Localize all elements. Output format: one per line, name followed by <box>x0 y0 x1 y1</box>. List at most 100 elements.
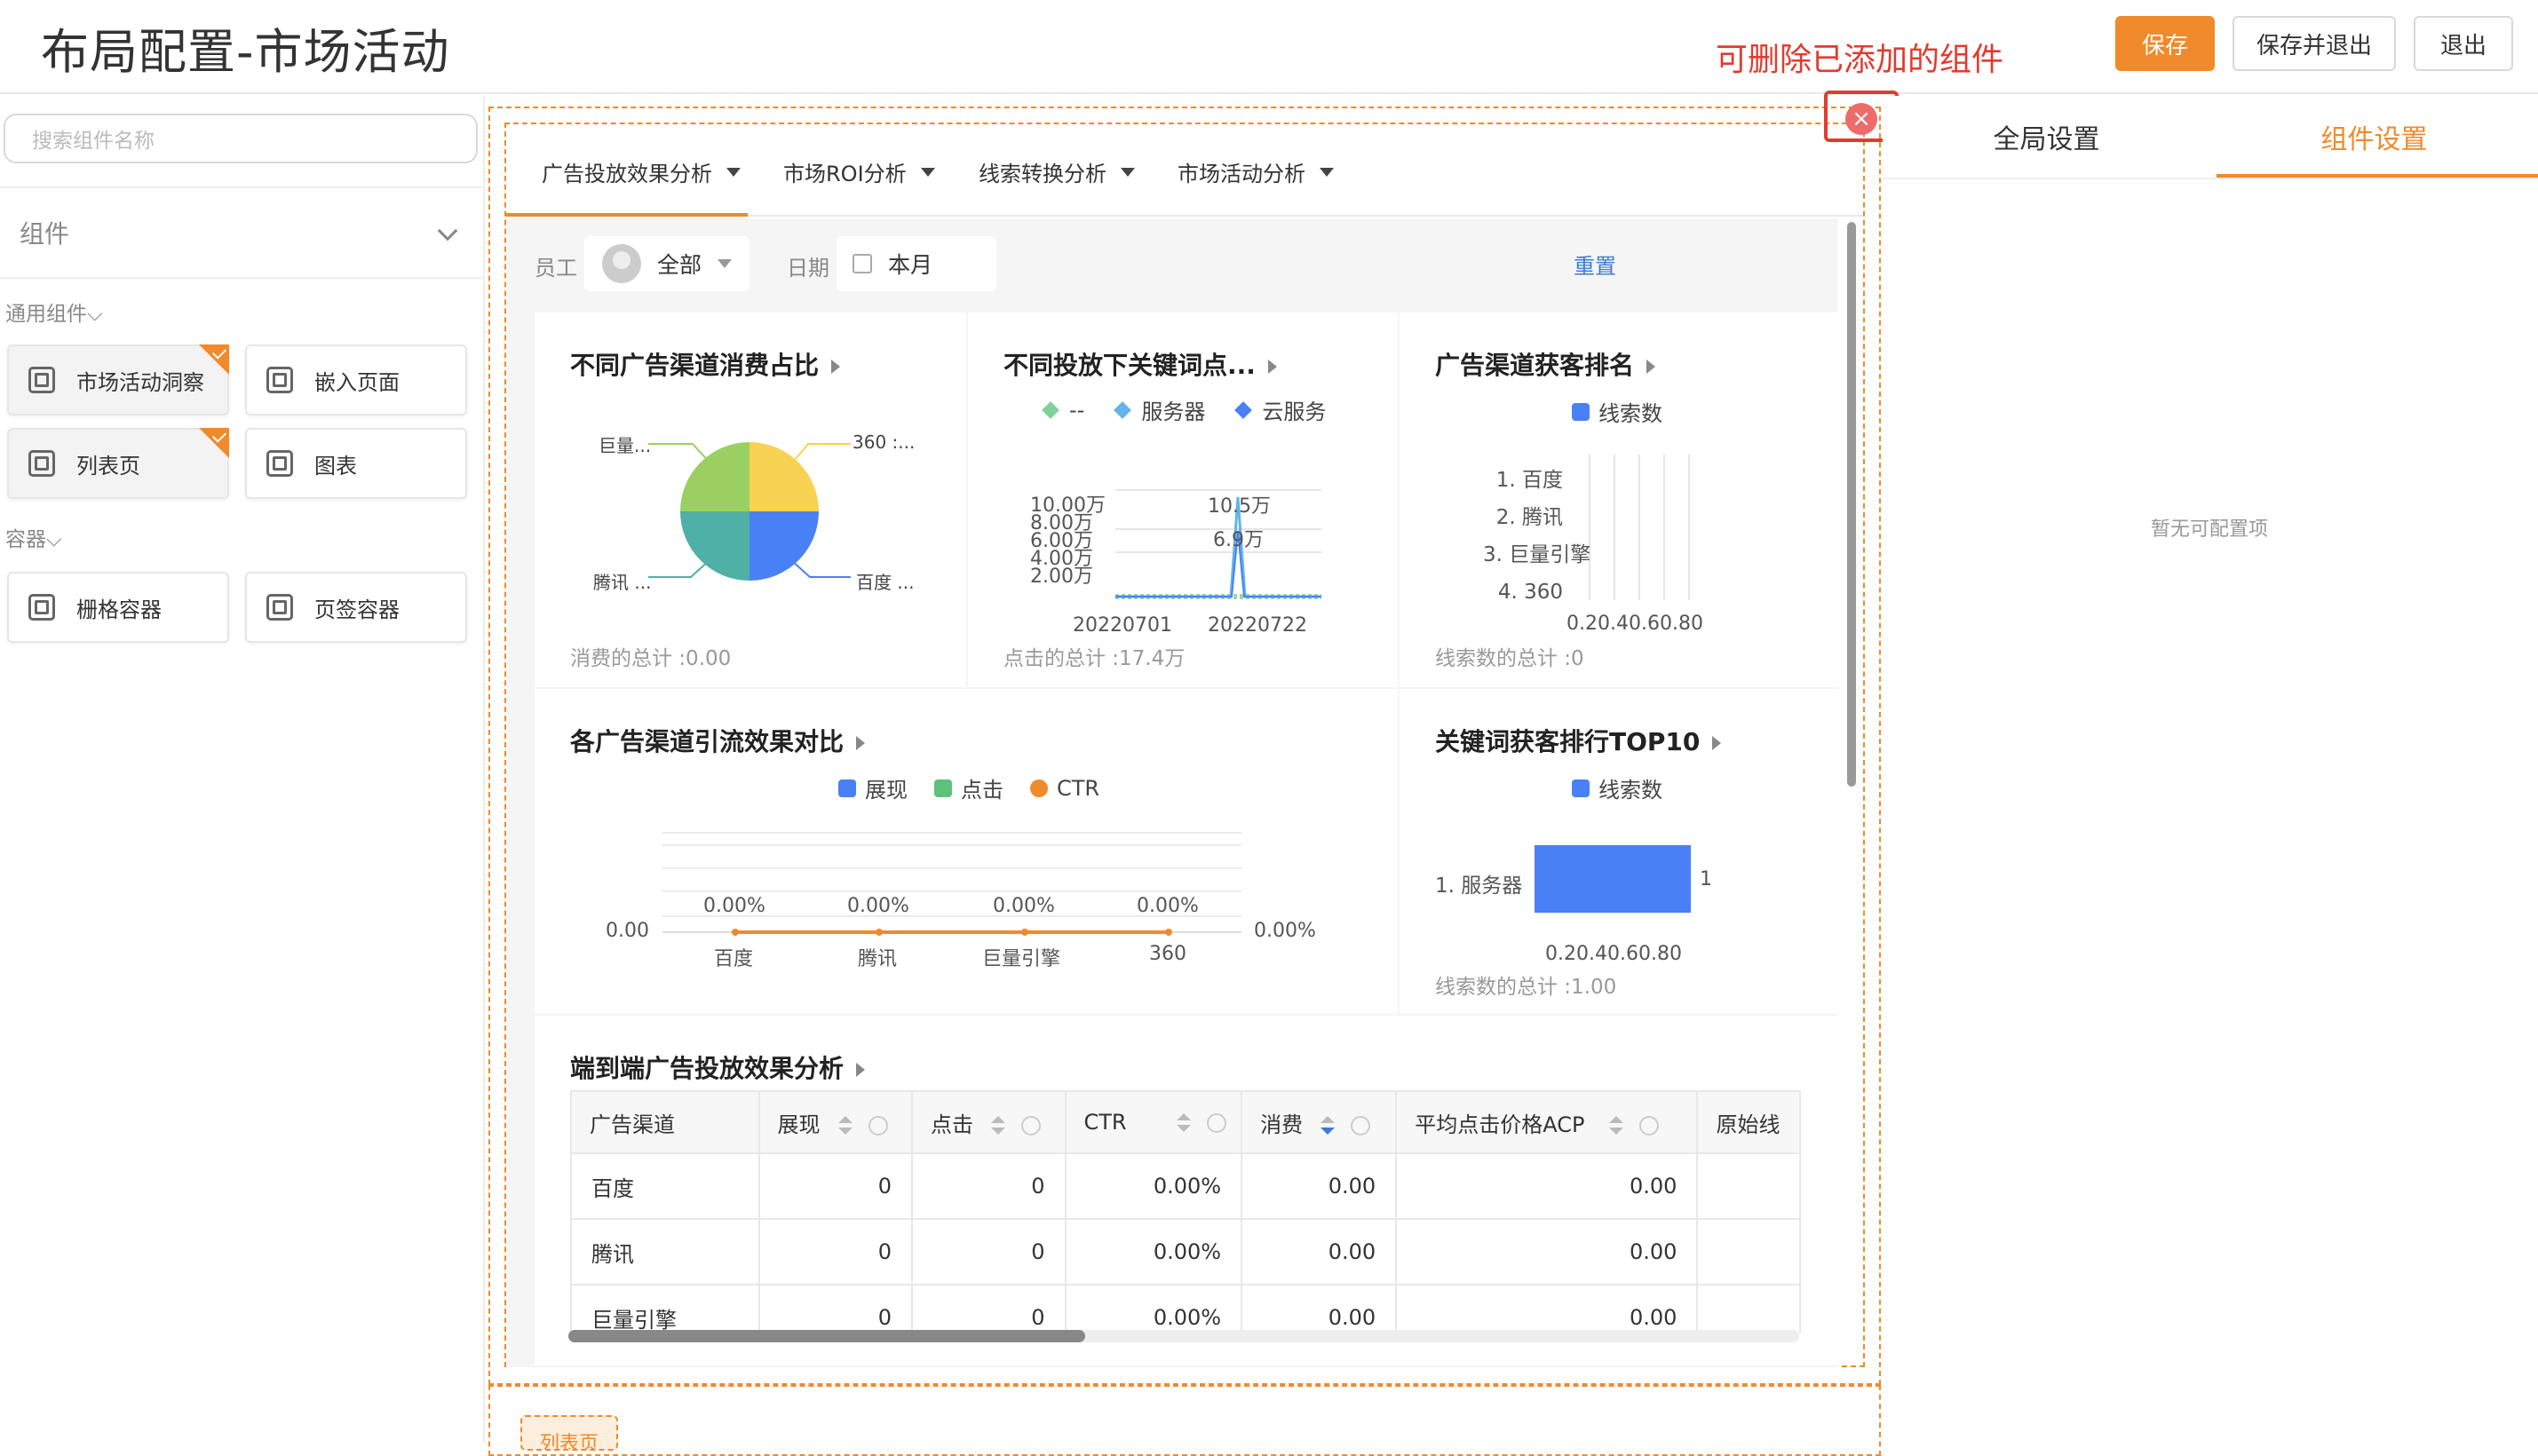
sort-icon[interactable] <box>837 1115 853 1136</box>
search-input[interactable]: 搜索组件名称 <box>4 114 478 163</box>
employee-select[interactable]: 全部 <box>584 236 750 291</box>
employee-label: 员工 <box>535 256 577 281</box>
component-chart[interactable]: 图表 <box>245 428 467 499</box>
pie-slice-juliang[interactable] <box>680 442 750 511</box>
sort-icon[interactable] <box>991 1115 1006 1136</box>
ctr-point[interactable] <box>1165 929 1172 936</box>
filter-icon[interactable] <box>1351 1115 1371 1136</box>
components-section-header[interactable]: 组件 <box>0 186 485 279</box>
group-common-label[interactable]: 通用组件⌵ <box>5 297 102 327</box>
pie-chart <box>648 442 851 581</box>
column-header[interactable]: 点击 <box>911 1090 1067 1154</box>
table-horizontal-scrollbar[interactable] <box>568 1330 1799 1342</box>
peak-label: 10.5万 <box>1208 495 1271 518</box>
y-axis-ticks: 10.00万 8.00万 6.00万 4.00万 2.00万 <box>1030 495 1106 588</box>
pie-label-baidu: 百度 ... <box>856 572 915 593</box>
scrollbar-thumb[interactable] <box>568 1330 1085 1342</box>
table-viewport[interactable]: 广告渠道 展现 点击 CTR 消费 平均点击价格ACP 原始线 百度 0 0 0… <box>570 1090 1801 1333</box>
save-exit-button[interactable]: 保存并退出 <box>2233 16 2396 71</box>
caret-down-icon <box>718 259 733 268</box>
list-page-component-frame[interactable] <box>488 1385 1881 1456</box>
settings-panel: 全局设置 组件设置 <box>1883 96 2538 1444</box>
filter-icon[interactable] <box>1639 1115 1660 1136</box>
checkmark-icon <box>199 428 229 458</box>
tab-component-settings[interactable]: 组件设置 <box>2210 117 2538 156</box>
x-ticks: 0.20.40.60.80 <box>1566 613 1703 635</box>
cell: 0 <box>757 1284 914 1333</box>
table-row[interactable]: 腾讯 0 0 0.00% 0.00 0.00 <box>570 1218 1801 1286</box>
column-header[interactable]: 原始线 <box>1696 1090 1801 1154</box>
calendar-icon <box>853 254 872 273</box>
column-header[interactable]: 展现 <box>757 1090 914 1154</box>
cell: 0.00 <box>1395 1284 1699 1333</box>
table-row[interactable]: 百度 0 0 0.00% 0.00 0.00 <box>570 1152 1801 1220</box>
page-title: 布局配置-市场活动 <box>41 24 450 80</box>
card-channel-spend-share: 不同广告渠道消费占比 巨量... 360 :... 腾讯 ... 百度 ... … <box>535 313 966 687</box>
column-header[interactable]: 广告渠道 <box>570 1090 760 1154</box>
top-bar: 布局配置-市场活动 可删除已添加的组件 保存 保存并退出 退出 <box>0 0 2538 94</box>
column-header[interactable]: 平均点击价格ACP <box>1395 1090 1699 1154</box>
clicks-total: 点击的总计 :17.4万 <box>1003 647 1186 670</box>
close-icon[interactable]: × <box>1845 103 1877 135</box>
cell: 0.00% <box>1064 1218 1243 1286</box>
tab-global-settings[interactable]: 全局设置 <box>1883 117 2210 156</box>
card-e2e-table: 端到端广告投放效果分析 广告渠道 展现 点击 CTR 消费 平均点击价格ACP … <box>535 1016 1838 1365</box>
column-header[interactable]: 消费 <box>1241 1090 1398 1154</box>
list-page-tag[interactable]: 列表页 <box>520 1415 618 1451</box>
component-label: 列表页 <box>76 453 140 479</box>
card-title[interactable]: 端到端广告投放效果分析 <box>570 1049 866 1085</box>
pie-slice-360[interactable] <box>750 442 819 511</box>
cell: 0.00 <box>1241 1152 1398 1220</box>
ctr-point[interactable] <box>732 929 739 936</box>
report-tabs: 广告投放效果分析 市场ROI分析 线索转换分析 市场活动分析 <box>506 124 1863 217</box>
cell: 0 <box>911 1152 1067 1220</box>
column-header[interactable]: CTR <box>1064 1090 1243 1154</box>
traffic-combo-chart <box>662 832 1241 936</box>
group-container-label[interactable]: 容器⌵ <box>5 522 61 552</box>
component-label: 页签容器 <box>314 597 400 622</box>
bar-server[interactable] <box>1535 845 1691 913</box>
x-tick: 20220701 <box>1073 614 1172 637</box>
exit-button[interactable]: 退出 <box>2414 16 2513 71</box>
cell: 0.00% <box>1064 1284 1243 1333</box>
date-select[interactable]: 本月 <box>837 236 996 291</box>
pie-slice-baidu[interactable] <box>750 511 819 581</box>
filter-icon[interactable] <box>868 1115 888 1136</box>
component-label: 栅格容器 <box>76 597 162 622</box>
caret-down-icon <box>726 167 741 177</box>
sort-icon[interactable] <box>1321 1115 1336 1136</box>
card-channel-traffic: 各广告渠道引流效果对比 展现 点击 CTR 0.00 0.00% 0.00% 0… <box>535 689 1398 1014</box>
caret-down-icon <box>1320 167 1334 177</box>
ctr-point[interactable] <box>876 929 883 936</box>
sort-icon[interactable] <box>1176 1113 1191 1133</box>
component-icon <box>266 367 293 393</box>
component-list-page[interactable]: 列表页 <box>7 428 229 499</box>
ctr-point[interactable] <box>1021 929 1028 936</box>
cell: 0.00% <box>1064 1152 1243 1220</box>
delete-hint: 可删除已添加的组件 <box>1716 42 2004 78</box>
component-embed-page[interactable]: 嵌入页面 <box>245 344 467 415</box>
card-keyword-clicks: 不同投放下关键词点... -- 服务器 云服务 10.00万 8.00万 6.0… <box>968 313 1398 687</box>
component-sidebar: 搜索组件名称 组件 通用组件⌵ 市场活动洞察 嵌入页面 列表页 图表 容器⌵ 栅… <box>0 96 485 1444</box>
component-market-insight[interactable]: 市场活动洞察 <box>7 344 229 415</box>
table-row[interactable]: 巨量引擎 0 0 0.00% 0.00 0.00 <box>570 1284 1801 1333</box>
peak-label: 6.9万 <box>1213 529 1264 551</box>
filter-icon[interactable] <box>1021 1115 1042 1136</box>
tab-market-roi[interactable]: 市场ROI分析 <box>783 156 935 187</box>
component-tab-container[interactable]: 页签容器 <box>245 572 467 643</box>
leads-total: 线索数的总计 :1.00 <box>1435 976 1617 999</box>
filter-icon[interactable] <box>1206 1113 1226 1133</box>
sort-icon[interactable] <box>1609 1115 1624 1136</box>
data-table: 广告渠道 展现 点击 CTR 消费 平均点击价格ACP 原始线 百度 0 0 0… <box>570 1090 1801 1333</box>
save-button[interactable]: 保存 <box>2115 16 2215 71</box>
tab-lead-conversion[interactable]: 线索转换分析 <box>979 156 1135 187</box>
canvas-vertical-scrollbar[interactable] <box>1847 222 1856 787</box>
data-label: 0.00% <box>1137 895 1199 917</box>
component-grid-container[interactable]: 栅格容器 <box>7 572 229 643</box>
tab-market-activity[interactable]: 市场活动分析 <box>1178 156 1334 187</box>
cell: 0.00 <box>1395 1218 1699 1286</box>
component-icon <box>266 450 293 477</box>
tab-ad-effect[interactable]: 广告投放效果分析 <box>542 156 741 187</box>
pie-slice-tengxun[interactable] <box>680 511 750 581</box>
reset-link[interactable]: 重置 <box>1574 249 1616 280</box>
